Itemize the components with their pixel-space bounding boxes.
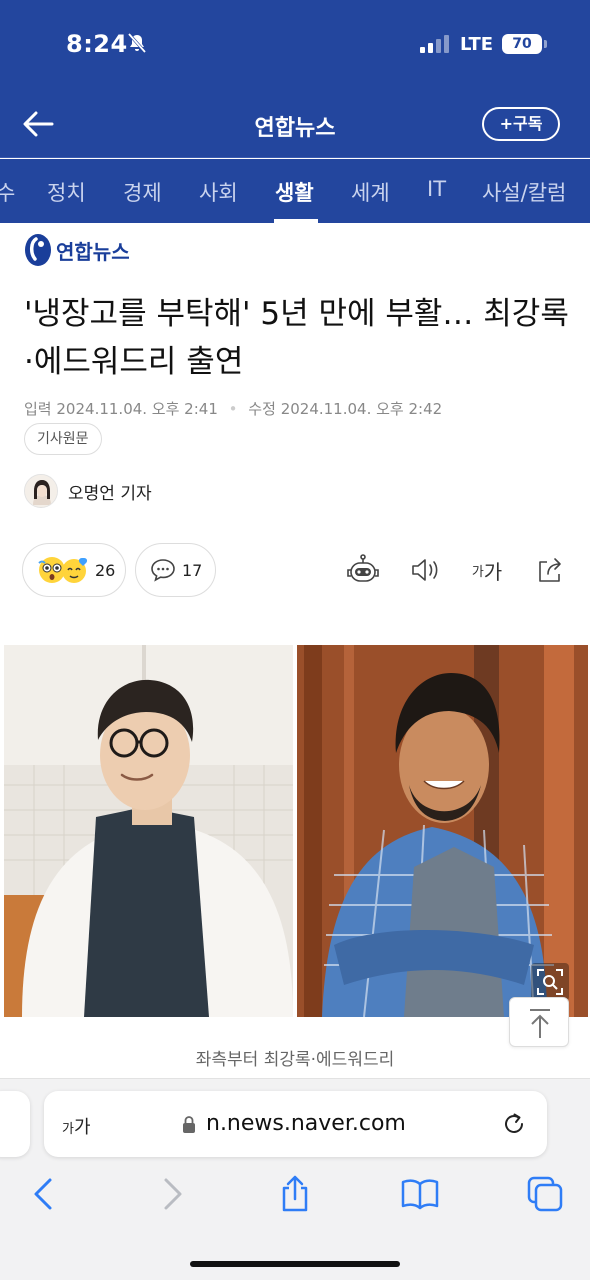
home-indicator	[190, 1261, 400, 1267]
previous-tab-card[interactable]	[0, 1091, 30, 1157]
reload-icon[interactable]	[500, 1110, 528, 1138]
article-headline: '냉장고를 부탁해' 5년 만에 부활… 최강록·에드워드리 출연	[24, 296, 569, 380]
zoom-icon[interactable]	[531, 963, 569, 1001]
reaction-count: 26	[95, 560, 116, 580]
article-dates: 입력 2024.11.04. 오후 2:41 • 수정 2024.11.04. …	[24, 398, 442, 419]
published-label: 입력	[24, 400, 52, 418]
font-large-glyph: 가	[483, 559, 503, 584]
chefs-photo	[4, 645, 588, 1017]
url-text: n.news.naver.com	[206, 1111, 406, 1136]
bell-muted-icon	[127, 33, 147, 53]
tab-society[interactable]: 사회	[199, 177, 238, 207]
reader-options-button[interactable]: 가가	[62, 1113, 91, 1139]
address-bar[interactable]: 가가 n.news.naver.com	[44, 1091, 547, 1157]
reaction-button[interactable]: 26	[22, 543, 126, 597]
tab-economy[interactable]: 경제	[123, 177, 162, 207]
avatar	[24, 474, 58, 508]
back-icon[interactable]	[24, 1174, 64, 1214]
photo-caption: 좌측부터 최강록·에드워드리	[195, 1050, 395, 1070]
speaker-icon	[412, 559, 438, 581]
published-date: 2024.11.04. 오후 2:41	[56, 400, 218, 418]
signal-icon	[420, 35, 449, 53]
forward-icon[interactable]	[152, 1174, 192, 1214]
app-header: 연합뉴스 +구독	[0, 90, 590, 158]
arrow-up-icon	[530, 1009, 550, 1038]
bookmarks-icon[interactable]	[400, 1174, 440, 1214]
tabs-icon[interactable]	[525, 1174, 565, 1214]
battery-icon: 70	[502, 34, 542, 54]
modified-label: 수정	[248, 400, 276, 418]
summary-bot-button[interactable]	[343, 550, 383, 590]
status-time: 8:24	[66, 30, 128, 58]
share-icon	[539, 558, 561, 582]
comment-icon	[151, 559, 175, 582]
source-logo[interactable]: 연합뉴스	[24, 233, 130, 267]
category-tabs: 수 정치 경제 사회 생활 세계 IT 사설/칼럼	[0, 159, 590, 223]
tab-life[interactable]: 생활	[275, 177, 314, 207]
scroll-to-top-button[interactable]	[509, 997, 569, 1047]
tab-world[interactable]: 세계	[351, 177, 390, 207]
share-page-icon[interactable]	[275, 1174, 315, 1214]
reporter-name: 오명언 기자	[68, 483, 152, 504]
comment-count: 17	[182, 560, 203, 580]
aa-large-glyph: 가	[73, 1117, 91, 1138]
tab-it[interactable]: IT	[427, 177, 446, 201]
lock-icon	[183, 1116, 195, 1133]
tab-politics[interactable]: 정치	[47, 177, 86, 207]
aa-small-glyph: 가	[62, 1122, 74, 1137]
original-article-button[interactable]: 기사원문	[24, 423, 102, 455]
robot-icon	[347, 554, 379, 582]
source-name: 연합뉴스	[56, 239, 130, 264]
reporter-avatar-icon	[25, 475, 57, 507]
tab-editorial[interactable]: 사설/칼럼	[482, 177, 566, 207]
article-photo[interactable]	[4, 645, 588, 1017]
battery-tip	[544, 40, 547, 48]
tab-partial[interactable]: 수	[0, 177, 15, 207]
active-tab-indicator	[274, 219, 318, 223]
reaction-emoji-icon	[38, 557, 88, 583]
yonhap-logo-icon	[25, 234, 51, 266]
subscribe-button[interactable]: +구독	[482, 107, 560, 141]
reporter[interactable]: 오명언 기자	[24, 474, 152, 508]
font-size-button[interactable]: 가가	[467, 550, 507, 590]
modified-date: 2024.11.04. 오후 2:42	[280, 400, 443, 418]
status-bar: 8:24 LTE 70	[0, 0, 590, 90]
share-button[interactable]	[530, 550, 570, 590]
tts-button[interactable]	[405, 550, 445, 590]
date-separator: •	[228, 400, 238, 418]
comment-button[interactable]: 17	[135, 543, 216, 597]
network-label: LTE	[460, 34, 494, 55]
font-small-glyph: 가	[471, 564, 484, 580]
